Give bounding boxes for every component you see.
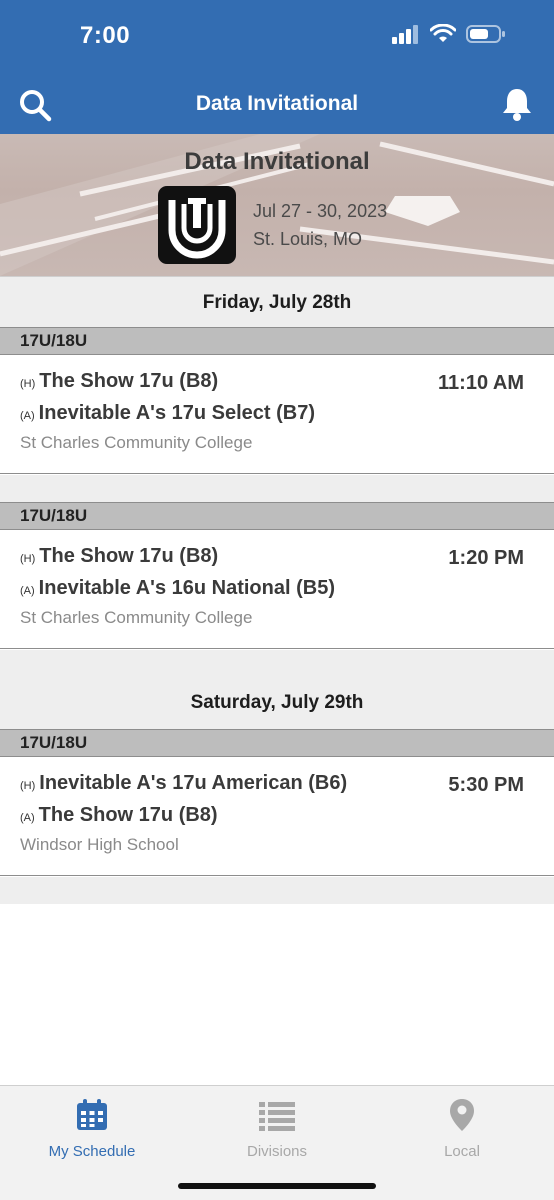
calendar-icon (77, 1099, 107, 1130)
away-tag: (A) (20, 585, 35, 597)
home-team-row: (H) The Show 17u (B8) (20, 370, 218, 393)
event-title: Data Invitational (184, 148, 370, 175)
bell-icon[interactable] (500, 86, 534, 122)
division-header: 17U/18U (0, 729, 554, 757)
home-team: The Show 17u (B8) (39, 545, 219, 567)
home-tag: (H) (20, 780, 36, 792)
uc-logo-icon (168, 198, 226, 259)
game-card[interactable]: (H) Inevitable A's 17u American (B6) (A)… (0, 758, 554, 876)
top-bar: 7:00 Data Invitational (0, 0, 554, 134)
event-dates: Jul 27 - 30, 2023 (253, 201, 388, 221)
home-tag: (H) (20, 553, 36, 565)
status-time: 7:00 (80, 22, 131, 49)
away-team-row: (A) Inevitable A's 17u Select (B7) (20, 402, 315, 425)
away-team-row: (A) The Show 17u (B8) (20, 804, 218, 827)
away-tag: (A) (20, 812, 35, 824)
status-icons (392, 24, 506, 44)
game-venue: St Charles Community College (20, 433, 253, 452)
list-icon (259, 1102, 295, 1131)
event-logo (158, 186, 236, 264)
battery-icon (466, 25, 505, 43)
home-team-row: (H) The Show 17u (B8) (20, 545, 218, 568)
home-indicator[interactable] (178, 1183, 376, 1189)
day-header: Saturday, July 29th (0, 677, 554, 729)
tab-label: Divisions (246, 1143, 307, 1160)
game-time: 5:30 PM (448, 774, 524, 796)
game-card[interactable]: (H) The Show 17u (B8) (A) Inevitable A's… (0, 356, 554, 474)
section-spacer (0, 650, 554, 677)
game-card[interactable]: (H) The Show 17u (B8) (A) Inevitable A's… (0, 531, 554, 649)
section-spacer (0, 877, 554, 904)
section-spacer (0, 475, 554, 502)
event-header: Data Invitational Jul 27 - 30, 2023 St. … (0, 134, 554, 276)
signal-icon (392, 25, 418, 44)
game-time: 11:10 AM (438, 372, 524, 394)
event-location: St. Louis, MO (253, 229, 363, 249)
away-team-row: (A) Inevitable A's 16u National (B5) (20, 577, 335, 600)
tab-label: My Schedule (48, 1143, 136, 1160)
away-tag: (A) (20, 410, 35, 422)
away-team: The Show 17u (B8) (38, 804, 218, 826)
home-tag: (H) (20, 378, 36, 390)
tab-local[interactable]: Local (370, 1098, 554, 1160)
nav-title: Data Invitational (195, 92, 359, 115)
division-header: 17U/18U (0, 327, 554, 355)
division-header: 17U/18U (0, 502, 554, 530)
home-team: The Show 17u (B8) (39, 370, 219, 392)
game-venue: Windsor High School (20, 835, 179, 854)
wifi-icon (430, 24, 456, 42)
game-venue: St Charles Community College (20, 608, 253, 627)
away-team: Inevitable A's 17u Select (B7) (38, 402, 316, 424)
location-pin-icon (450, 1099, 474, 1131)
home-team-row: (H) Inevitable A's 17u American (B6) (20, 772, 347, 795)
tab-label: Local (444, 1143, 480, 1160)
home-team: Inevitable A's 17u American (B6) (39, 772, 348, 794)
tab-my-schedule[interactable]: My Schedule (0, 1098, 184, 1160)
day-header: Friday, July 28th (0, 276, 554, 328)
game-time: 1:20 PM (448, 547, 524, 569)
tab-divisions[interactable]: Divisions (185, 1098, 369, 1160)
away-team: Inevitable A's 16u National (B5) (38, 577, 335, 599)
